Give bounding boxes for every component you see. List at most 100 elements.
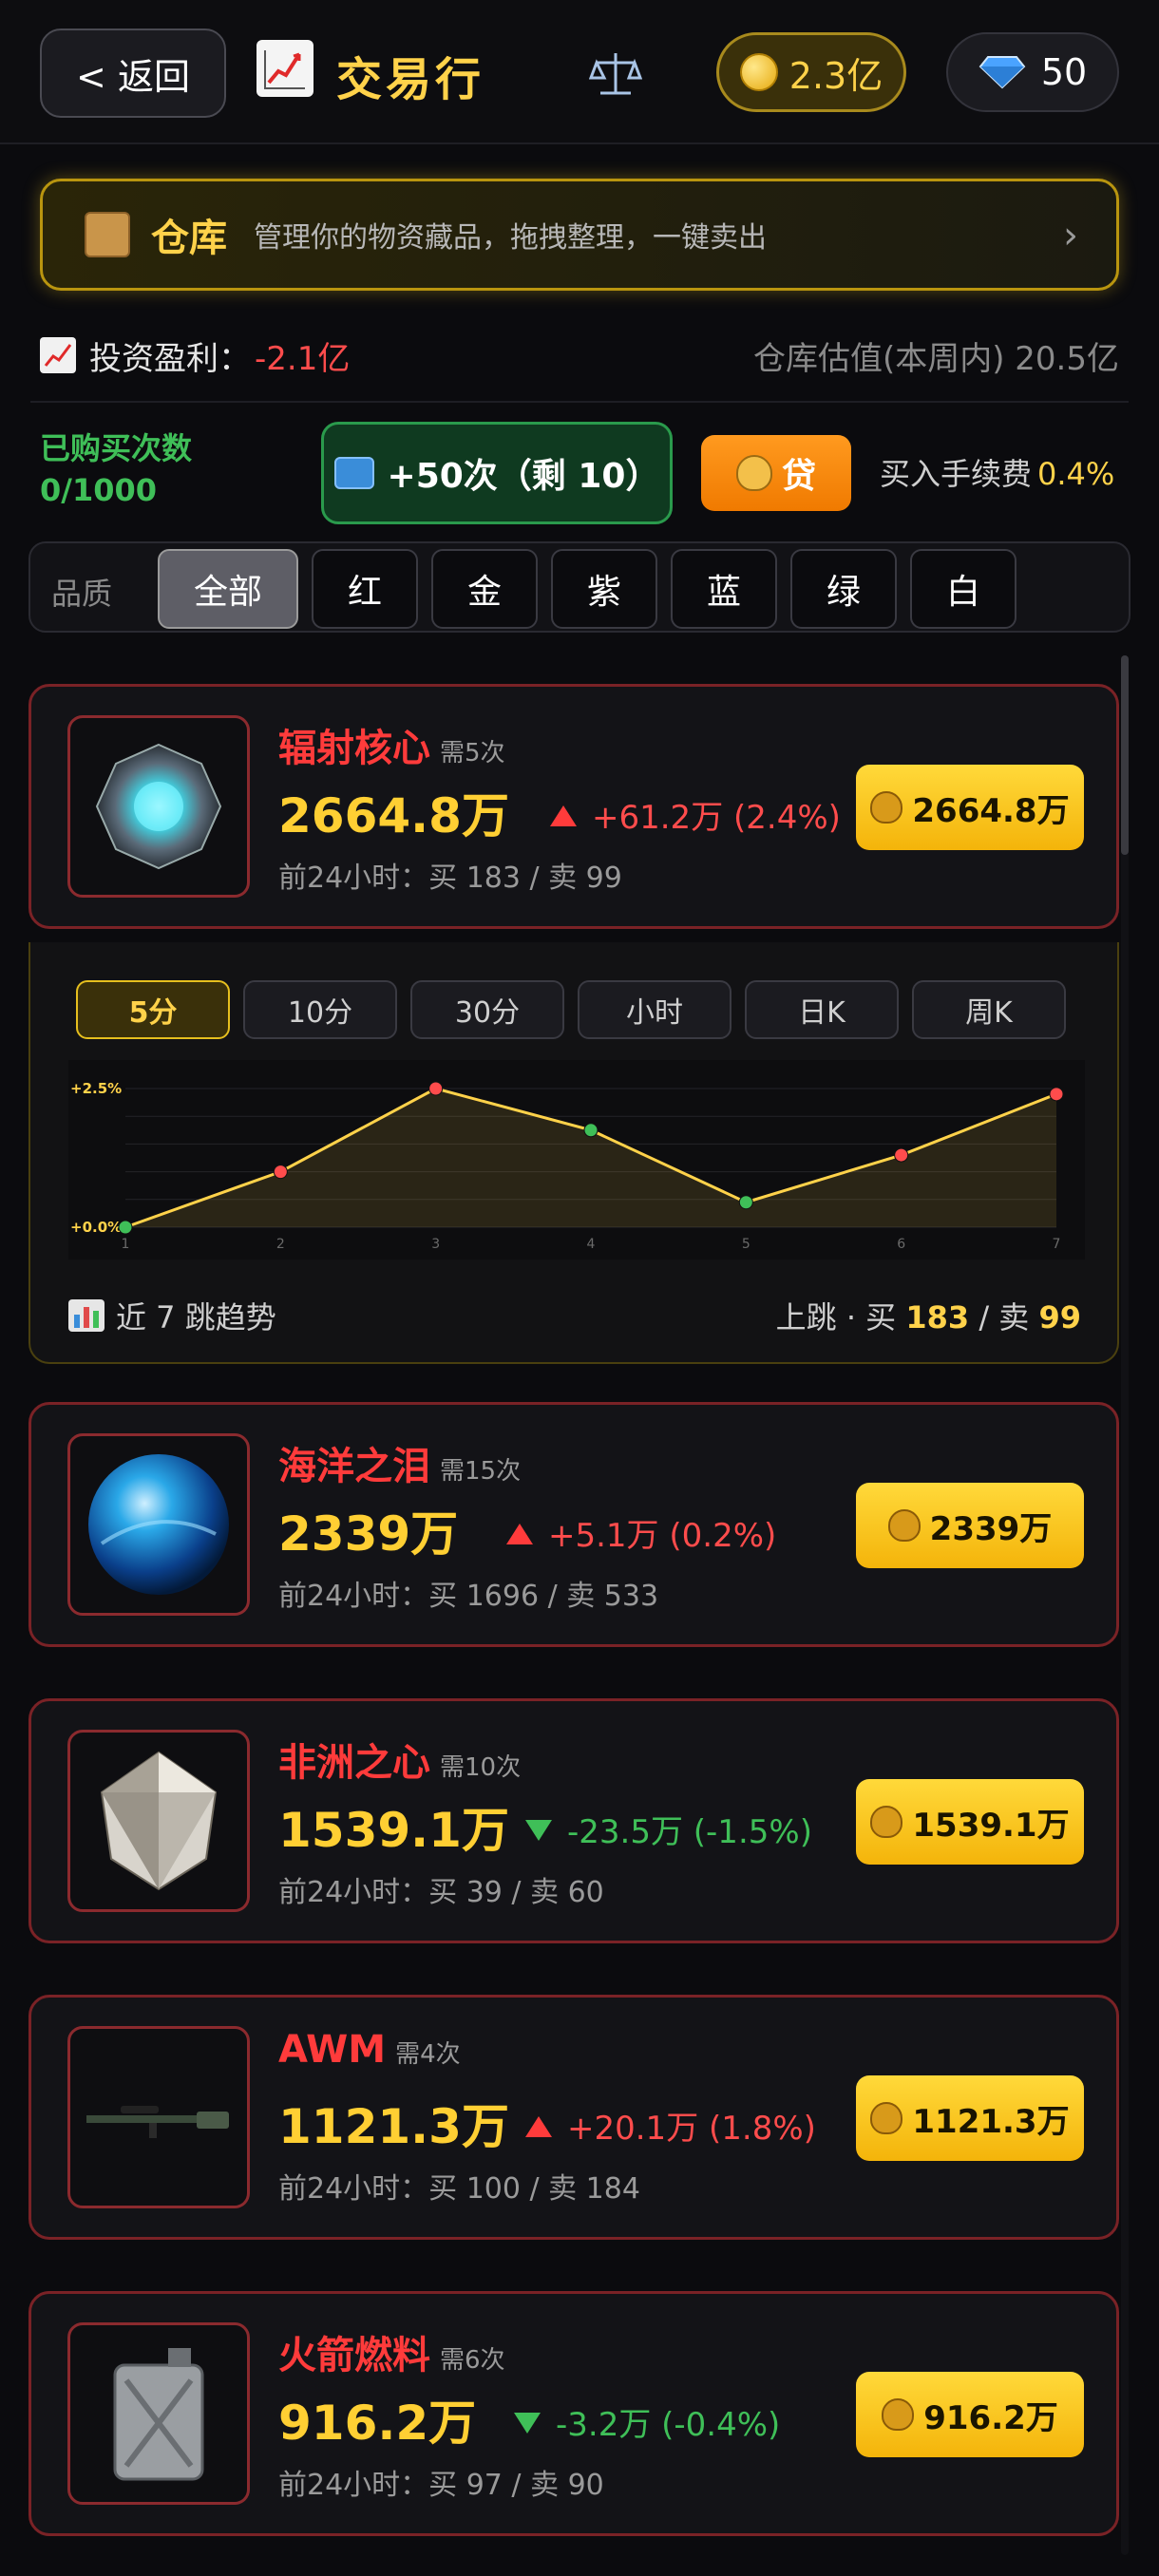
buy-button-label: 2664.8万 xyxy=(912,791,1070,830)
warehouse-desc: 管理你的物资藏品，拖拽整理，一键卖出 xyxy=(254,221,767,255)
buy-button[interactable]: 2339万 xyxy=(856,1483,1084,1568)
up-arrow-icon xyxy=(525,2116,552,2137)
trend-chart-panel: 5分 10分 30分 小时 日K 周K +2.5% +0.0% 1 2 3 4 5 6 7 近 … xyxy=(28,942,1119,1364)
filter-purple[interactable]: 紫 xyxy=(551,549,657,629)
item-name-text: AWM xyxy=(278,2028,387,2072)
item-name-text: 非洲之心 xyxy=(278,1741,430,1785)
fee-info: 买入手续费 0.4% xyxy=(880,450,1114,494)
trend-label: 近 7 跳趋势 xyxy=(116,1299,276,1335)
period-hour[interactable]: 小时 xyxy=(578,980,732,1039)
purchase-count-label: 已购买次数 xyxy=(40,430,193,466)
y-tick-label: +0.0% xyxy=(70,1219,122,1236)
filter-green[interactable]: 绿 xyxy=(790,549,897,629)
buy-button[interactable]: 2664.8万 xyxy=(856,765,1084,850)
item-change: +61.2万 (2.4%) xyxy=(550,791,841,838)
item-change: -3.2万 (-0.4%) xyxy=(514,2398,780,2445)
item-price: 916.2万 xyxy=(278,2396,477,2451)
scrollbar-track[interactable] xyxy=(1121,655,1129,2555)
down-arrow-icon xyxy=(514,2413,541,2434)
period-day[interactable]: 日K xyxy=(745,980,899,1039)
item-need: 需5次 xyxy=(440,739,505,767)
trend-line-chart: +2.5% +0.0%1 2 3 4 5 6 7 xyxy=(68,1060,1085,1260)
data-point xyxy=(738,1195,753,1210)
trend-buy-count: 183 xyxy=(905,1299,970,1335)
x-tick-label: 4 xyxy=(587,1237,596,1252)
item-change: +20.1万 (1.8%) xyxy=(525,2102,816,2149)
item-card-awm[interactable]: AWM 需4次 1121.3万 +20.1万 (1.8%) 前24小时：买 100… xyxy=(28,1995,1119,2240)
period-10min[interactable]: 10分 xyxy=(243,980,397,1039)
item-price: 2339万 xyxy=(278,1506,459,1562)
buy-button[interactable]: 916.2万 xyxy=(856,2372,1084,2457)
item-card-heart-of-africa[interactable]: 非洲之心 需10次 1539.1万 -23.5万 (-1.5%) 前24小时：买 … xyxy=(28,1698,1119,1943)
buy-button[interactable]: 1121.3万 xyxy=(856,2075,1084,2161)
item-name-text: 辐射核心 xyxy=(278,727,430,770)
item-change-text: +61.2万 (2.4%) xyxy=(592,799,841,837)
up-arrow-icon xyxy=(550,805,577,826)
item-card-rocket-fuel[interactable]: 火箭燃料 需6次 916.2万 -3.2万 (-0.4%) 前24小时：买 97 … xyxy=(28,2291,1119,2536)
top-bar: < 返回 交易行 2.3亿 50 xyxy=(0,0,1159,144)
filter-white[interactable]: 白 xyxy=(910,549,1016,629)
item-need: 需4次 xyxy=(395,2040,461,2069)
purchase-count: 已购买次数 0/1000 xyxy=(40,427,192,511)
buy-button-label: 2339万 xyxy=(929,1509,1053,1548)
profit-row: 投资盈利： -2.1亿 仓库估值(本周内) 20.5亿 xyxy=(40,329,1119,382)
profit-chart-icon xyxy=(40,337,76,373)
item-need: 需10次 xyxy=(440,1753,522,1782)
y-tick-label: +2.5% xyxy=(70,1080,122,1097)
up-arrow-icon xyxy=(506,1524,533,1544)
item-change-text: -3.2万 (-0.4%) xyxy=(556,2406,781,2444)
tv-icon xyxy=(333,457,374,489)
buy-button-label: 1539.1万 xyxy=(912,1806,1070,1845)
money-bag-icon xyxy=(870,791,903,824)
money-bag-icon xyxy=(870,2102,903,2134)
x-tick-label: 2 xyxy=(276,1237,285,1252)
item-change-text: -23.5万 (-1.5%) xyxy=(567,1813,812,1851)
radiation-core-image xyxy=(67,715,250,898)
watch-ad-plus50-button[interactable]: +50次（剩 10） xyxy=(321,422,673,524)
gem-balance[interactable]: 50 xyxy=(946,32,1119,112)
money-bag-icon xyxy=(870,1806,903,1838)
item-card-radiation-core[interactable]: 辐射核心 需5次 2664.8万 +61.2万 (2.4%) 前24小时：买 18… xyxy=(28,684,1119,929)
item-change: -23.5万 (-1.5%) xyxy=(525,1806,812,1852)
period-5min[interactable]: 5分 xyxy=(76,980,230,1039)
diamond-icon xyxy=(978,55,1026,89)
item-card-ocean-tear[interactable]: 海洋之泪 需15次 2339万 +5.1万 (0.2%) 前24小时：买 1696… xyxy=(28,1402,1119,1647)
chevron-right-icon: › xyxy=(1063,214,1078,257)
item-24h-stats: 前24小时：买 100 / 卖 184 xyxy=(278,2172,640,2206)
item-name: 辐射核心 需5次 xyxy=(278,717,505,772)
profit-value: -2.1亿 xyxy=(255,339,351,378)
buy-button[interactable]: 1539.1万 xyxy=(856,1779,1084,1865)
trend-sell-count: 99 xyxy=(1038,1299,1081,1335)
gold-balance[interactable]: 2.3亿 xyxy=(716,32,906,112)
gem-balance-value: 50 xyxy=(1040,51,1088,93)
filter-all[interactable]: 全部 xyxy=(158,549,298,629)
item-name: AWM 需4次 xyxy=(278,2028,461,2072)
filter-blue[interactable]: 蓝 xyxy=(671,549,777,629)
money-bag-icon xyxy=(887,1509,921,1542)
back-label: < 返回 xyxy=(76,55,190,98)
item-24h-stats: 前24小时：买 183 / 卖 99 xyxy=(278,862,622,895)
loan-button[interactable]: 贷 xyxy=(701,435,851,511)
item-change-text: +20.1万 (1.8%) xyxy=(567,2110,816,2148)
awm-rifle-image xyxy=(67,2026,250,2208)
warehouse-banner[interactable]: 仓库 管理你的物资藏品，拖拽整理，一键卖出 › xyxy=(40,179,1119,291)
profit-label: 投资盈利： xyxy=(89,339,251,378)
item-price: 1539.1万 xyxy=(278,1803,509,1858)
plus50-label: +50次（剩 10） xyxy=(387,457,660,496)
x-tick-label: 5 xyxy=(742,1237,750,1252)
quality-filter: 品质 全部 红 金 紫 蓝 绿 白 xyxy=(28,541,1130,633)
item-price: 1121.3万 xyxy=(278,2099,509,2154)
filter-red[interactable]: 红 xyxy=(312,549,418,629)
scrollbar-thumb[interactable] xyxy=(1121,655,1129,855)
item-need: 需15次 xyxy=(440,1457,522,1486)
filter-gold[interactable]: 金 xyxy=(431,549,538,629)
period-30min[interactable]: 30分 xyxy=(410,980,564,1039)
item-name: 海洋之泪 需15次 xyxy=(278,1435,521,1490)
trend-footer-stats: 上跳 · 买 183 / 卖 99 xyxy=(776,1294,1081,1337)
trend-sep: / 卖 xyxy=(978,1299,1030,1335)
back-button[interactable]: < 返回 xyxy=(40,28,226,118)
item-need: 需6次 xyxy=(440,2346,505,2375)
scale-icon[interactable] xyxy=(588,47,643,112)
coin-icon xyxy=(739,53,778,91)
period-week[interactable]: 周K xyxy=(912,980,1066,1039)
